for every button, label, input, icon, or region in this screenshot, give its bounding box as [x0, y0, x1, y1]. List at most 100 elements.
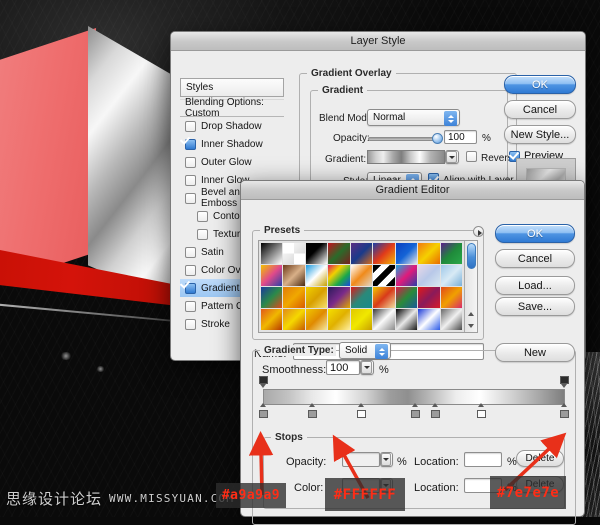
- opacity-input[interactable]: 100: [444, 130, 477, 144]
- layer-style-cancel-button[interactable]: Cancel: [504, 100, 576, 119]
- preset-swatch[interactable]: [328, 309, 350, 330]
- style-checkbox[interactable]: [185, 156, 196, 168]
- scroll-down-icon[interactable]: [468, 324, 474, 328]
- preset-swatch[interactable]: [418, 309, 440, 330]
- preset-swatch[interactable]: [305, 243, 328, 264]
- preset-swatch[interactable]: [395, 265, 418, 286]
- preset-swatch[interactable]: [395, 243, 418, 264]
- color-stop-2[interactable]: [308, 403, 317, 418]
- annotation-hex-2-text: #FFFFFF: [333, 486, 397, 503]
- preset-swatch[interactable]: [283, 287, 305, 308]
- stop-location-input-1[interactable]: [464, 452, 502, 467]
- presets-grid[interactable]: [259, 241, 464, 332]
- stop-opacity-stepper[interactable]: [380, 452, 393, 467]
- presets-legend: Presets: [260, 225, 305, 236]
- style-list-item-label: Outer Glow: [201, 156, 252, 168]
- color-stop-1[interactable]: [259, 403, 268, 418]
- style-checkbox[interactable]: [185, 120, 196, 132]
- preset-swatch[interactable]: [418, 243, 440, 264]
- scroll-up-icon[interactable]: [468, 312, 474, 316]
- preset-swatch[interactable]: [305, 265, 328, 286]
- color-stop-4[interactable]: [411, 403, 420, 418]
- opacity-stop-start[interactable]: [259, 376, 268, 388]
- gradient-editor-titlebar[interactable]: Gradient Editor: [241, 181, 584, 200]
- preset-swatch[interactable]: [261, 309, 283, 330]
- layer-style-titlebar[interactable]: Layer Style: [171, 32, 585, 51]
- preset-swatch[interactable]: [373, 243, 395, 264]
- gradient-editor-cancel-button[interactable]: Cancel: [495, 249, 575, 268]
- preset-swatch[interactable]: [350, 287, 373, 308]
- style-checkbox[interactable]: [185, 300, 196, 312]
- gradient-picker-button[interactable]: [445, 150, 459, 164]
- gradient-preview-swatch[interactable]: [367, 150, 445, 164]
- preset-swatch[interactable]: [395, 287, 418, 308]
- preset-swatch[interactable]: [418, 265, 440, 286]
- preset-swatch[interactable]: [440, 309, 462, 330]
- opacity-slider-knob[interactable]: [432, 133, 443, 144]
- preset-swatch[interactable]: [350, 265, 373, 286]
- reverse-checkbox[interactable]: [466, 151, 477, 162]
- preset-swatch[interactable]: [261, 243, 283, 264]
- smoothness-stepper[interactable]: [360, 360, 374, 375]
- style-checkbox[interactable]: [185, 246, 196, 258]
- scrollbar-thumb[interactable]: [467, 243, 476, 269]
- color-stop-5[interactable]: [431, 403, 440, 418]
- delete-opacity-stop-button[interactable]: Delete: [516, 450, 564, 467]
- gradient-bar-area[interactable]: [259, 376, 569, 418]
- style-list-item-label: Stroke: [201, 318, 230, 330]
- style-checkbox[interactable]: [185, 138, 196, 150]
- preset-swatch[interactable]: [373, 309, 395, 330]
- preset-swatch[interactable]: [328, 287, 350, 308]
- style-list-item-drop-shadow[interactable]: Drop Shadow: [180, 117, 284, 135]
- preset-swatch[interactable]: [440, 265, 462, 286]
- preset-swatch[interactable]: [395, 309, 418, 330]
- preset-swatch[interactable]: [261, 287, 283, 308]
- preset-swatch[interactable]: [305, 309, 328, 330]
- gradient-type-label: Gradient Type:: [260, 345, 336, 356]
- preset-swatch[interactable]: [328, 243, 350, 264]
- opacity-slider-track[interactable]: [368, 137, 438, 141]
- gradient-type-select[interactable]: Solid: [339, 342, 391, 359]
- preset-swatch[interactable]: [418, 287, 440, 308]
- presets-scrollbar[interactable]: [464, 241, 477, 332]
- gradient-editor-ok-button[interactable]: OK: [495, 224, 575, 243]
- stop-opacity-input[interactable]: [342, 452, 380, 467]
- style-list-item-outer-glow[interactable]: Outer Glow: [180, 153, 284, 171]
- color-stop-3[interactable]: [357, 403, 366, 418]
- presets-flyout-icon[interactable]: [473, 226, 484, 237]
- gradient-inner-legend: Gradient: [318, 85, 368, 96]
- stop-location-label-2: Location:: [414, 482, 459, 494]
- save-button[interactable]: Save...: [495, 297, 575, 316]
- load-button[interactable]: Load...: [495, 276, 575, 295]
- style-checkbox[interactable]: [185, 282, 196, 294]
- preset-swatch[interactable]: [440, 287, 462, 308]
- color-stop-6[interactable]: [477, 403, 486, 418]
- new-gradient-button[interactable]: New: [495, 343, 575, 362]
- preset-swatch[interactable]: [261, 265, 283, 286]
- layer-style-ok-button[interactable]: OK: [504, 75, 576, 94]
- color-stop-7[interactable]: [560, 403, 569, 418]
- preset-swatch[interactable]: [283, 243, 305, 264]
- style-checkbox[interactable]: [185, 174, 196, 186]
- new-style-button[interactable]: New Style...: [504, 125, 576, 144]
- style-checkbox[interactable]: [185, 192, 196, 204]
- smoothness-input[interactable]: 100: [326, 360, 360, 375]
- preset-swatch[interactable]: [283, 309, 305, 330]
- style-checkbox[interactable]: [197, 210, 208, 222]
- preset-swatch[interactable]: [440, 243, 462, 264]
- preset-swatch[interactable]: [328, 265, 350, 286]
- preset-swatch[interactable]: [373, 287, 395, 308]
- preset-swatch[interactable]: [350, 243, 373, 264]
- preset-swatch[interactable]: [373, 265, 395, 286]
- blend-mode-select[interactable]: Normal: [367, 109, 460, 126]
- preset-swatch[interactable]: [283, 265, 305, 286]
- style-list-item-blending-options-custom[interactable]: Blending Options: Custom: [180, 97, 284, 119]
- opacity-stop-end[interactable]: [560, 376, 569, 388]
- style-list-item-inner-shadow[interactable]: Inner Shadow: [180, 135, 284, 153]
- style-checkbox[interactable]: [185, 318, 196, 330]
- style-checkbox[interactable]: [197, 228, 208, 240]
- preset-swatch[interactable]: [350, 309, 373, 330]
- style-checkbox[interactable]: [185, 264, 196, 276]
- annotation-hex-1: #a9a9a9: [216, 483, 286, 508]
- preset-swatch[interactable]: [305, 287, 328, 308]
